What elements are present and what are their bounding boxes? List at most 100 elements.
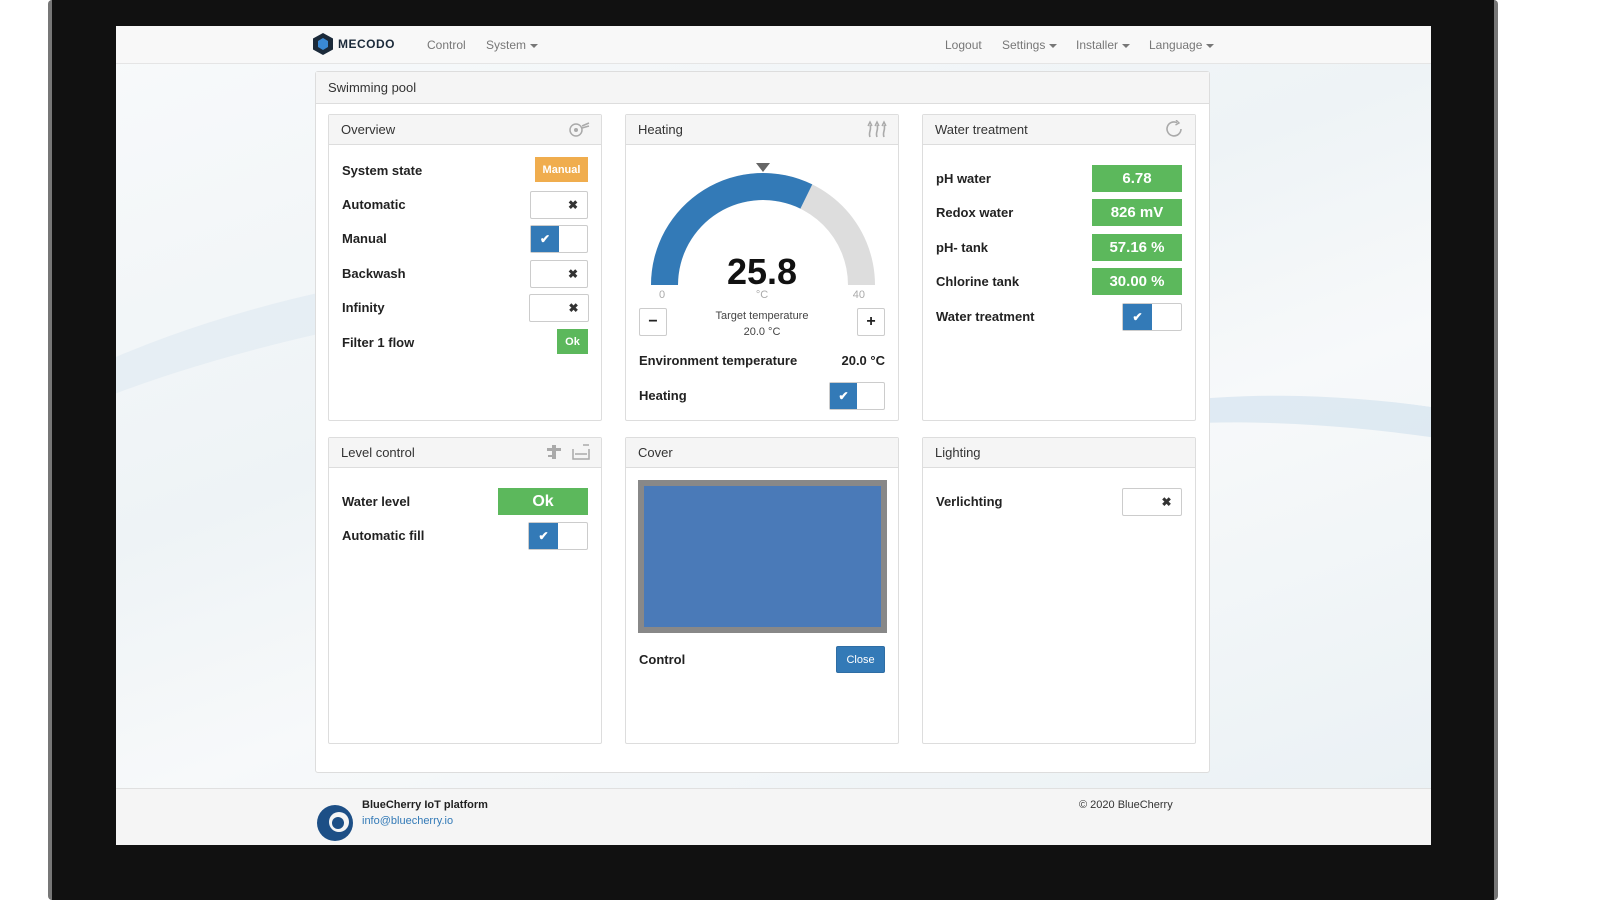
app-screen: MECODO Control System Logout Settings In… <box>116 26 1431 845</box>
filter-flow-label: Filter 1 flow <box>342 335 415 350</box>
backwash-row: Backwash ✖ <box>342 260 588 288</box>
close-icon: ✖ <box>567 267 579 281</box>
verlichting-toggle[interactable]: ✖ <box>1122 488 1182 516</box>
close-icon: ✖ <box>1161 495 1172 509</box>
filter-flow-badge: Ok <box>557 329 588 354</box>
nav-settings[interactable]: Settings <box>1002 38 1058 52</box>
check-icon: ✔ <box>529 523 558 549</box>
ph-tank-row: pH- tank 57.16 % <box>936 234 1182 262</box>
check-icon: ✔ <box>1123 304 1152 330</box>
tank-level-icon <box>571 443 591 466</box>
manual-label: Manual <box>342 231 387 246</box>
footer-email-link[interactable]: info@bluecherry.io <box>362 815 453 827</box>
water-treatment-title: Water treatment <box>935 122 1028 137</box>
toggle-empty <box>531 261 559 287</box>
heating-row: Heating ✔ <box>639 382 885 410</box>
nav-language[interactable]: Language <box>1149 38 1215 52</box>
gauge-min: 0 <box>659 289 666 301</box>
cover-close-button[interactable]: Close <box>836 646 885 673</box>
water-level-label: Water level <box>342 494 411 509</box>
pump-icon <box>565 120 591 143</box>
cover-control-label: Control <box>639 652 686 667</box>
cover-control-row: Control Close <box>639 646 885 674</box>
caret-down-icon <box>530 43 539 48</box>
backwash-label: Backwash <box>342 266 406 281</box>
swimming-pool-panel: Swimming pool Overview System state Manu… <box>315 71 1210 773</box>
level-control-header: Level control <box>329 438 601 468</box>
toggle-empty <box>530 295 559 321</box>
manual-toggle[interactable]: ✔ <box>530 225 588 253</box>
footer-copyright: © 2020 BlueCherry <box>1079 799 1173 811</box>
backwash-toggle[interactable]: ✖ <box>530 260 588 288</box>
nav-installer[interactable]: Installer <box>1076 38 1131 52</box>
lighting-header: Lighting <box>923 438 1195 468</box>
toggle-empty <box>559 226 587 252</box>
level-control-card: Level control Water level Ok Automatic f… <box>328 437 602 744</box>
water-level-value: Ok <box>498 488 588 515</box>
nav-settings-label: Settings <box>1002 38 1046 52</box>
nav-logout[interactable]: Logout <box>945 38 982 52</box>
heating-title: Heating <box>638 122 683 137</box>
heat-waves-icon <box>866 120 888 143</box>
brand-logo[interactable]: MECODO <box>312 32 395 56</box>
water-treatment-card: Water treatment pH water 6.78 Redox wate… <box>922 114 1196 421</box>
nav-system[interactable]: System <box>486 38 539 52</box>
hexagon-logo-icon <box>313 33 333 55</box>
faucet-icon <box>545 443 563 466</box>
refresh-icon <box>1165 119 1185 143</box>
target-marker <box>756 163 770 172</box>
ph-water-row: pH water 6.78 <box>936 165 1182 193</box>
environment-value: 20.0 °C <box>841 353 885 368</box>
ph-tank-value: 57.16 % <box>1092 234 1182 261</box>
infinity-toggle[interactable]: ✖ <box>529 294 589 322</box>
infinity-label: Infinity <box>342 300 385 315</box>
treatment-toggle[interactable]: ✔ <box>1122 303 1182 331</box>
verlichting-row: Verlichting ✖ <box>936 488 1182 516</box>
cover-header: Cover <box>626 438 898 468</box>
caret-down-icon <box>1049 43 1058 48</box>
toggle-empty <box>1152 304 1181 330</box>
nav-system-label: System <box>486 38 527 52</box>
toggle-empty <box>1123 489 1152 515</box>
caret-down-icon <box>1122 43 1131 48</box>
automatic-label: Automatic <box>342 197 406 212</box>
filter-flow-row: Filter 1 flow Ok <box>342 329 588 357</box>
verlichting-label: Verlichting <box>936 494 1003 509</box>
nav-language-label: Language <box>1149 38 1203 52</box>
target-label: Target temperature <box>715 310 809 322</box>
treatment-label: Water treatment <box>936 309 1035 324</box>
water-level-row: Water level Ok <box>342 488 588 516</box>
cover-title: Cover <box>638 445 673 460</box>
overview-card: Overview System state Manual Automatic ✖… <box>328 114 602 421</box>
system-state-row: System state Manual <box>342 157 588 185</box>
heating-card: Heating 25.8 °C 0 40 − + Target temperat… <box>625 114 899 421</box>
manual-row: Manual ✔ <box>342 225 588 253</box>
automatic-toggle[interactable]: ✖ <box>530 191 588 219</box>
lighting-title: Lighting <box>935 445 981 460</box>
cover-visual <box>638 480 887 633</box>
automatic-fill-toggle[interactable]: ✔ <box>528 522 588 550</box>
treatment-row: Water treatment ✔ <box>936 303 1182 331</box>
check-icon: ✔ <box>830 383 857 409</box>
redox-value: 826 mV <box>1092 199 1182 226</box>
heating-label: Heating <box>639 388 687 403</box>
system-state-badge: Manual <box>535 157 588 182</box>
current-temperature: 25.8 <box>726 251 798 292</box>
close-icon: ✖ <box>568 301 579 315</box>
check-icon: ✔ <box>531 226 559 252</box>
toggle-empty <box>558 523 587 549</box>
heating-header: Heating <box>626 115 898 145</box>
pool-cover-surface <box>644 486 881 627</box>
automatic-fill-row: Automatic fill ✔ <box>342 522 588 550</box>
nav-control[interactable]: Control <box>427 38 466 52</box>
environment-row: Environment temperature 20.0 °C <box>639 347 885 375</box>
nav-installer-label: Installer <box>1076 38 1119 52</box>
ph-water-value: 6.78 <box>1092 165 1182 192</box>
automatic-fill-label: Automatic fill <box>342 528 425 543</box>
target-value: 20.0 °C <box>743 326 781 338</box>
gauge-max: 40 <box>852 289 865 301</box>
chlorine-tank-row: Chlorine tank 30.00 % <box>936 268 1182 296</box>
ph-tank-label: pH- tank <box>936 240 988 255</box>
heating-toggle[interactable]: ✔ <box>829 382 885 410</box>
overview-header: Overview <box>329 115 601 145</box>
